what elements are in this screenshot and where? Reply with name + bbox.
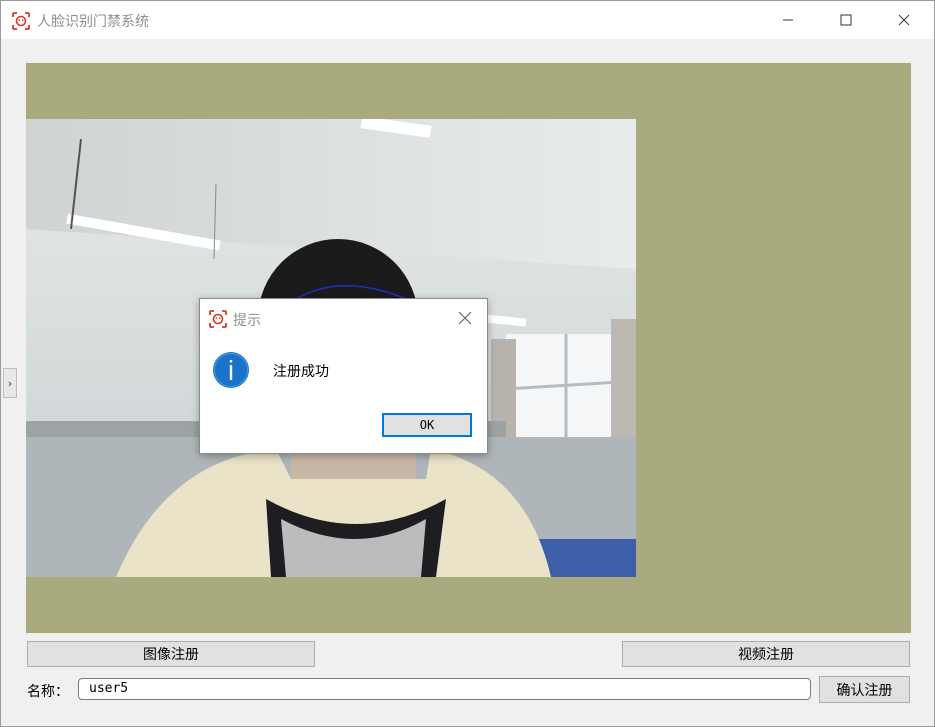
dialog-body: 注册成功 OK [200,337,487,453]
title-bar[interactable]: 人脸识别门禁系统 [1,1,934,39]
close-button[interactable] [881,1,927,39]
dialog-title-bar[interactable]: 提示 [200,299,487,337]
maximize-icon [840,14,852,26]
video-register-button[interactable]: 视频注册 [622,641,910,667]
window-title: 人脸识别门禁系统 [37,14,149,30]
maximize-button[interactable] [823,1,869,39]
name-input[interactable]: user5 [78,678,811,700]
close-icon [458,311,472,325]
dialog-title: 提示 [233,313,261,329]
close-icon [898,14,910,26]
image-register-button[interactable]: 图像注册 [27,641,315,667]
face-scan-icon [209,310,227,328]
name-label: 名称： [27,684,69,700]
info-dialog: 提示 注册成功 OK [199,298,488,454]
side-expand-handle[interactable]: › [3,368,17,398]
ok-button[interactable]: OK [382,413,472,437]
face-scan-icon [12,12,30,30]
minimize-button[interactable] [765,1,811,39]
confirm-register-button[interactable]: 确认注册 [819,676,910,703]
dialog-close-button[interactable] [454,307,476,329]
chevron-right-icon: › [7,376,13,390]
minimize-icon [783,19,793,21]
dialog-message: 注册成功 [273,364,329,380]
info-icon [213,352,249,388]
